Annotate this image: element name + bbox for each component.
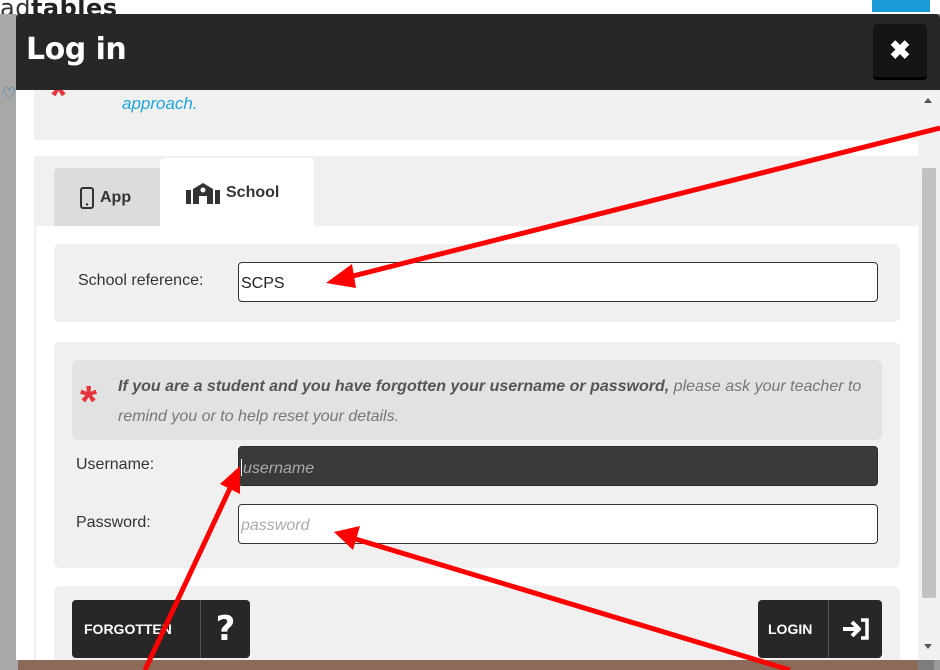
modal-title: Log in (26, 32, 127, 67)
scroll-thumb[interactable] (922, 168, 936, 598)
scroll-up-arrow-icon[interactable] (924, 98, 932, 103)
asterisk-icon: * (80, 377, 98, 426)
intro-note: * approach. (34, 90, 918, 140)
tab-app-label: App (100, 189, 132, 206)
asterisk-icon: * (50, 90, 68, 120)
login-modal: Log in ✖ * approach. App School School r… (16, 14, 940, 660)
question-icon: ? (200, 600, 250, 658)
login-tabs: App School School reference: SCPS * If y… (34, 156, 918, 660)
intro-text: approach. (122, 94, 198, 113)
school-reference-label: School reference: (78, 272, 204, 289)
forgotten-button[interactable]: FORGOTTEN ? (72, 600, 250, 658)
credentials-card: * If you are a student and you have forg… (54, 342, 900, 568)
background-header-strip (0, 0, 940, 14)
tab-school-label: School (226, 184, 280, 201)
phone-icon (80, 187, 94, 209)
sign-in-icon (828, 600, 882, 658)
close-button[interactable]: ✖ (873, 24, 927, 80)
password-placeholder: password (241, 517, 310, 534)
modal-header: Log in ✖ (16, 14, 940, 90)
forgotten-info-box: * If you are a student and you have forg… (72, 360, 882, 440)
school-login-panel: School reference: SCPS * If you are a st… (36, 226, 918, 660)
password-label: Password: (76, 514, 151, 531)
heart-icon: ♡ (2, 86, 17, 103)
text-caret (241, 459, 242, 476)
modal-body: * approach. App School School reference:… (16, 90, 918, 660)
scroll-down-arrow-icon[interactable] (924, 644, 932, 649)
school-reference-input[interactable]: SCPS (238, 262, 878, 302)
actions-card: FORGOTTEN ? LOGIN (54, 586, 900, 660)
tab-app[interactable]: App (54, 168, 162, 228)
background-corner-button (872, 0, 930, 12)
modal-scrollbar[interactable] (918, 90, 940, 660)
login-button[interactable]: LOGIN (758, 600, 882, 658)
forgotten-info-text: If you are a student and you have forgot… (118, 372, 874, 432)
close-icon: ✖ (889, 35, 911, 65)
tab-school[interactable]: School (160, 158, 314, 228)
login-button-label: LOGIN (768, 621, 813, 637)
username-placeholder: username (243, 460, 315, 477)
school-reference-card: School reference: SCPS (54, 244, 900, 322)
forgotten-button-label: FORGOTTEN (84, 621, 172, 637)
forgotten-info-bold: If you are a student and you have forgot… (118, 378, 670, 395)
username-label: Username: (76, 456, 155, 473)
school-icon (186, 182, 220, 204)
password-input[interactable]: password (238, 504, 878, 544)
username-input[interactable]: username (238, 446, 878, 486)
